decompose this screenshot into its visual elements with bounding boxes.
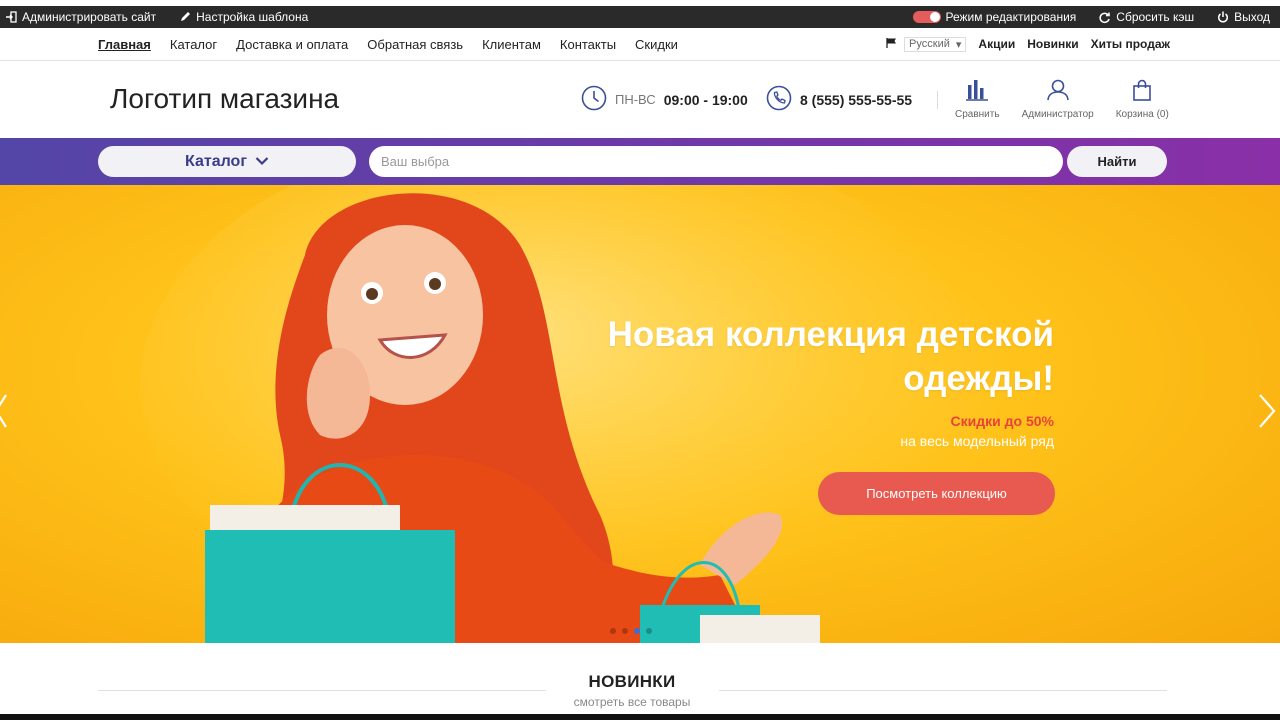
hero-text: Новая коллекция детской одежды! Скидки д…	[608, 313, 1054, 449]
manage-site-link[interactable]: Администрировать сайт	[4, 10, 156, 24]
catalog-dropdown-button[interactable]: Каталог	[98, 146, 356, 177]
view-collection-button[interactable]: Посмотреть коллекцию	[818, 472, 1055, 515]
slider-next-arrow-icon[interactable]	[1258, 393, 1276, 437]
top-nav: Главная Каталог Доставка и оплата Обратн…	[0, 28, 1280, 61]
hours-label: ПН-ВС	[615, 92, 656, 107]
header-actions: Сравнить Администратор Корзина (0)	[955, 79, 1169, 120]
header-divider	[937, 91, 938, 109]
nav-link-clients[interactable]: Клиентам	[482, 37, 541, 52]
slider-dots	[610, 628, 652, 634]
slider-dot[interactable]	[646, 628, 652, 634]
logout-link[interactable]: Выход	[1216, 10, 1270, 24]
view-all-link[interactable]: смотреть все товары	[0, 695, 1264, 709]
hero-slider: Новая коллекция детской одежды! Скидки д…	[0, 185, 1280, 643]
language-value: Русский	[909, 38, 950, 50]
section-title: НОВИНКИ	[588, 672, 676, 691]
refresh-icon	[1098, 11, 1111, 24]
bottom-strip	[0, 714, 1280, 720]
reset-cache-label: Сбросить кэш	[1116, 10, 1195, 24]
hours-value: 09:00 - 19:00	[663, 91, 748, 108]
nav-link-catalog[interactable]: Каталог	[170, 37, 217, 52]
top-nav-right: Русский ▾ Акции Новинки Хиты продаж	[886, 36, 1170, 52]
slider-dot[interactable]	[634, 628, 640, 634]
login-icon	[4, 11, 17, 24]
slider-dot[interactable]	[610, 628, 616, 634]
template-settings-link[interactable]: Настройка шаблона	[178, 10, 308, 24]
bar-chart-icon	[965, 79, 989, 104]
compare-button[interactable]: Сравнить	[955, 79, 1000, 120]
nav-link-contacts[interactable]: Контакты	[560, 37, 616, 52]
cart-label: Корзина (0)	[1115, 109, 1169, 120]
hero-title-line1: Новая коллекция детской	[607, 315, 1054, 354]
phone-icon	[766, 85, 792, 114]
new-products-section: НОВИНКИ смотреть все товары	[0, 643, 1280, 714]
main-menu: Главная Каталог Доставка и оплата Обратн…	[98, 37, 678, 52]
top-strip	[0, 0, 1280, 6]
template-settings-label: Настройка шаблона	[196, 10, 309, 24]
toggle-switch[interactable]	[912, 11, 941, 23]
clock-icon	[581, 85, 607, 114]
slider-prev-arrow-icon[interactable]	[0, 393, 8, 437]
pencil-icon	[178, 11, 191, 24]
shopping-bag-icon	[1130, 79, 1154, 104]
account-label: Администратор	[1021, 109, 1094, 120]
search-input[interactable]	[369, 146, 1063, 177]
logout-label: Выход	[1234, 10, 1270, 24]
slider-dot[interactable]	[622, 628, 628, 634]
user-icon	[1046, 79, 1070, 104]
power-icon	[1216, 11, 1229, 24]
language-switcher[interactable]: Русский ▾	[886, 36, 967, 52]
hero-sale-text: Скидки до 50%	[950, 413, 1054, 429]
store-logo[interactable]: Логотип магазина	[110, 83, 339, 115]
nav-link-bestsellers[interactable]: Хиты продаж	[1091, 37, 1170, 51]
reset-cache-link[interactable]: Сбросить кэш	[1098, 10, 1194, 24]
nav-link-new[interactable]: Новинки	[1027, 37, 1078, 51]
edit-mode-label: Режим редактирования	[945, 10, 1077, 24]
account-button[interactable]: Администратор	[1022, 79, 1094, 120]
nav-link-promotions[interactable]: Акции	[978, 37, 1015, 51]
nav-link-feedback[interactable]: Обратная связь	[367, 37, 463, 52]
phone-value: 8 (555) 555-55-55	[800, 91, 913, 108]
nav-link-delivery[interactable]: Доставка и оплата	[236, 37, 348, 52]
cart-button[interactable]: Корзина (0)	[1116, 79, 1169, 120]
search-bar: Каталог Найти	[0, 138, 1280, 185]
hero-subtitle: на весь модельный ряд	[900, 433, 1054, 449]
site-header: Логотип магазина ПН-ВС 09:00 - 19:00 8 (…	[0, 61, 1280, 138]
working-hours: ПН-ВС 09:00 - 19:00	[581, 85, 748, 114]
manage-site-label: Администрировать сайт	[22, 10, 157, 24]
edit-mode-toggle[interactable]: Режим редактирования	[912, 10, 1077, 24]
chevron-down-icon	[255, 153, 269, 171]
search-button[interactable]: Найти	[1067, 146, 1167, 177]
language-select[interactable]: Русский ▾	[904, 36, 967, 52]
dropdown-arrow-icon: ▾	[955, 38, 962, 51]
nav-link-discounts[interactable]: Скидки	[635, 37, 678, 52]
admin-bar: Администрировать сайт Настройка шаблона …	[0, 0, 1280, 28]
hero-title-line2: одежды!	[903, 359, 1054, 398]
phone-number[interactable]: 8 (555) 555-55-55	[766, 85, 912, 114]
catalog-label: Каталог	[185, 152, 247, 170]
compare-label: Сравнить	[955, 109, 1000, 120]
flag-icon	[886, 37, 898, 52]
nav-link-home[interactable]: Главная	[98, 37, 151, 52]
